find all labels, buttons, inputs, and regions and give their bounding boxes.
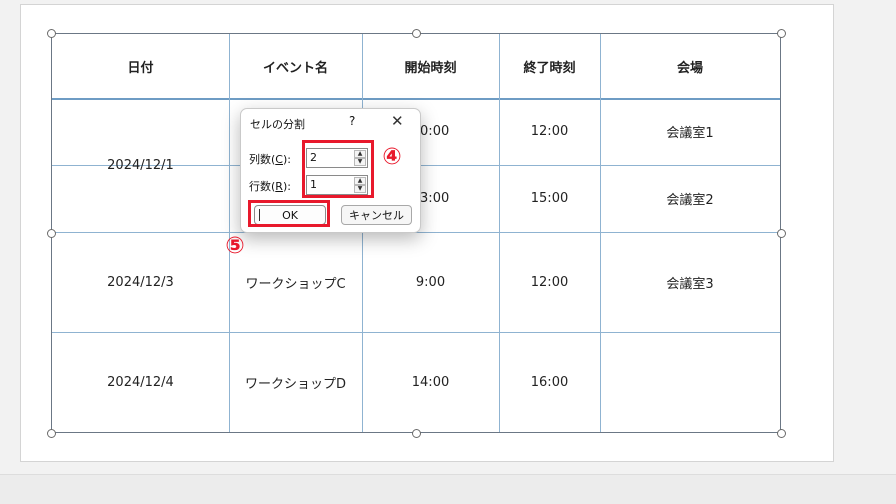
cell-date[interactable]: 2024/12/3	[52, 232, 229, 332]
status-strip	[0, 474, 896, 504]
step-5-marker: ⑤	[225, 233, 245, 259]
resize-handle-bottom[interactable]	[412, 429, 421, 438]
rows-label-prefix: 行数(	[249, 180, 276, 193]
schedule-table[interactable]: 日付 イベント名 開始時刻 終了時刻 会場 2024/12/1 10:00 12…	[51, 33, 781, 433]
cell-date[interactable]: 2024/12/1	[52, 98, 229, 232]
help-icon[interactable]: ?	[349, 114, 355, 128]
resize-handle-bottom-left[interactable]	[47, 429, 56, 438]
resize-handle-bottom-right[interactable]	[777, 429, 786, 438]
cell-date[interactable]: 2024/12/4	[52, 332, 229, 432]
step-4-marker: ④	[382, 144, 402, 170]
columns-label-prefix: 列数(	[249, 153, 276, 166]
cell-end-time[interactable]: 16:00	[499, 332, 600, 432]
highlight-box-ok	[248, 200, 330, 227]
header-date[interactable]: 日付	[52, 34, 229, 98]
close-icon[interactable]: ✕	[391, 112, 404, 130]
cancel-button[interactable]: キャンセル	[341, 205, 412, 225]
cell-end-time[interactable]: 12:00	[499, 98, 600, 165]
header-end-time[interactable]: 終了時刻	[499, 34, 600, 98]
header-venue[interactable]: 会場	[600, 34, 780, 98]
resize-handle-top[interactable]	[412, 29, 421, 38]
rows-label-key: R	[275, 180, 283, 193]
cell-venue[interactable]: 会議室3	[600, 232, 780, 332]
dialog-title: セルの分割	[250, 118, 305, 131]
columns-label-suffix: ):	[282, 153, 291, 166]
rows-label: 行数(R):	[249, 178, 291, 194]
columns-label-key: C	[275, 153, 283, 166]
resize-handle-left[interactable]	[47, 229, 56, 238]
cell-venue[interactable]: 会議室2	[600, 165, 780, 232]
cell-event-name[interactable]: ワークショップD	[229, 332, 362, 432]
cell-start-time[interactable]: 9:00	[362, 232, 499, 332]
columns-label: 列数(C):	[249, 151, 291, 167]
cell-venue[interactable]	[600, 332, 780, 432]
cell-end-time[interactable]: 15:00	[499, 165, 600, 232]
cell-end-time[interactable]: 12:00	[499, 232, 600, 332]
resize-handle-top-right[interactable]	[777, 29, 786, 38]
resize-handle-right[interactable]	[777, 229, 786, 238]
header-start-time[interactable]: 開始時刻	[362, 34, 499, 98]
highlight-box-stepper	[302, 140, 374, 198]
resize-handle-top-left[interactable]	[47, 29, 56, 38]
header-event-name[interactable]: イベント名	[229, 34, 362, 98]
cell-venue[interactable]: 会議室1	[600, 98, 780, 165]
rows-label-suffix: ):	[282, 180, 291, 193]
cell-start-time[interactable]: 14:00	[362, 332, 499, 432]
